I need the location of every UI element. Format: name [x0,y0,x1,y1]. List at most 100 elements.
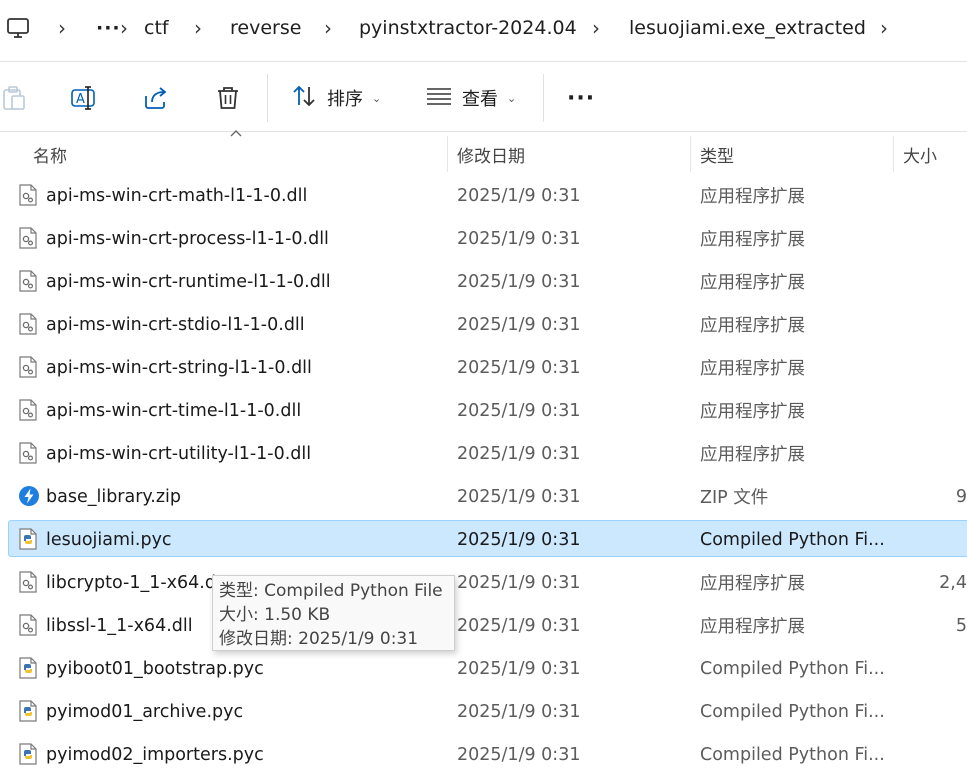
chevron-right-icon[interactable]: › [194,0,202,55]
dll-file-icon [18,270,38,292]
delete-icon[interactable] [214,84,242,112]
file-date: 2025/1/9 0:31 [457,658,581,679]
file-type: 应用程序扩展 [700,402,805,422]
column-header-date[interactable]: 修改日期 [457,132,525,176]
toolbar-divider [267,74,268,122]
file-date: 2025/1/9 0:31 [457,701,581,722]
sort-label: 排序 [327,89,363,110]
file-row[interactable]: api-ms-win-crt-utility-l1-1-0.dll 2025/1/… [0,432,967,475]
file-size [912,303,967,346]
column-divider[interactable] [690,136,691,172]
file-row[interactable]: api-ms-win-crt-process-l1-1-0.dll 2025/1/… [0,217,967,260]
file-row[interactable]: libssl-1_1-x64.dll 2025/1/9 0:31 应用程序扩展 5 [0,604,967,647]
column-header-row: 名称 修改日期 类型 大小 [0,132,967,176]
file-size: 5 [955,615,967,636]
command-bar: A 排序 ⌄ 查看 ⌄ ··· [0,62,967,132]
share-icon[interactable] [142,84,170,112]
file-info-tooltip: 类型: Compiled Python File 大小: 1.50 KB 修改日… [212,575,455,651]
file-date: 2025/1/9 0:31 [457,443,581,464]
toolbar-divider [543,74,544,122]
file-row[interactable]: pyimod01_archive.pyc 2025/1/9 0:31 Compile… [0,690,967,733]
file-row[interactable]: api-ms-win-crt-time-l1-1-0.dll 2025/1/9 0… [0,389,967,432]
file-name: pyimod01_archive.pyc [46,701,244,722]
file-size [912,432,967,475]
dll-file-icon [18,614,38,636]
file-date: 2025/1/9 0:31 [457,572,581,593]
file-name: pyimod02_importers.pyc [46,744,264,765]
file-date: 2025/1/9 0:31 [457,357,581,378]
chevron-down-icon: ⌄ [507,91,517,105]
view-label: 查看 [462,89,498,110]
more-options-button[interactable]: ··· [567,76,595,120]
file-name: api-ms-win-crt-process-l1-1-0.dll [46,228,329,249]
file-row[interactable]: api-ms-win-crt-string-l1-1-0.dll 2025/1/9… [0,346,967,389]
file-row[interactable]: libcrypto-1_1-x64.d 2025/1/9 0:31 应用程序扩展 2,… [0,561,967,604]
chevron-right-icon[interactable]: › [58,0,66,55]
breadcrumb-item-ctf[interactable]: ctf [144,0,169,55]
file-name: api-ms-win-crt-utility-l1-1-0.dll [46,443,312,464]
file-name: libssl-1_1-x64.dll [46,615,193,636]
file-date: 2025/1/9 0:31 [457,271,581,292]
file-size: 9 [955,486,967,507]
file-name: lesuojiami.pyc [46,529,172,550]
file-name: api-ms-win-crt-time-l1-1-0.dll [46,400,302,421]
column-header-name[interactable]: 名称 [33,132,67,176]
file-row[interactable]: api-ms-win-crt-runtime-l1-1-0.dll 2025/1/… [0,260,967,303]
file-size: 2,4 [939,572,967,593]
file-size [912,217,967,260]
zip-file-icon [18,485,39,507]
this-pc-icon[interactable] [6,0,30,55]
dll-file-icon [18,227,38,249]
file-type: 应用程序扩展 [700,617,805,637]
dll-file-icon [18,442,38,464]
breadcrumb-item-extracted[interactable]: lesuojiami.exe_extracted [629,0,866,55]
paste-icon[interactable] [0,84,28,112]
file-size [912,733,967,776]
file-row[interactable]: pyiboot01_bootstrap.pyc 2025/1/9 0:31 Comp… [0,647,967,690]
chevron-right-icon[interactable]: › [880,0,888,55]
column-divider[interactable] [893,136,894,172]
file-date: 2025/1/9 0:31 [457,615,581,636]
tooltip-type: 类型: Compiled Python File [219,581,443,601]
chevron-right-icon[interactable]: › [592,0,600,55]
file-name: api-ms-win-crt-runtime-l1-1-0.dll [46,271,331,292]
sort-icon [291,84,317,113]
column-header-size[interactable]: 大小 [903,132,937,176]
file-type: ZIP 文件 [700,488,769,508]
chevron-right-icon[interactable]: › [324,0,332,55]
python-file-icon [18,657,38,679]
dll-file-icon [18,184,38,206]
file-type: Compiled Python Fi... [700,744,885,765]
file-size [912,389,967,432]
file-row[interactable]: api-ms-win-crt-math-l1-1-0.dll 2025/1/9 0… [0,174,967,217]
dll-file-icon [18,313,38,335]
sort-button[interactable]: 排序 ⌄ [291,76,381,120]
view-button[interactable]: 查看 ⌄ [426,76,516,120]
file-row[interactable]: base_library.zip 2025/1/9 0:31 ZIP 文件 9 [0,475,967,518]
file-row[interactable]: lesuojiami.pyc 2025/1/9 0:31 Compiled Pyth… [0,518,967,561]
view-list-icon [426,86,452,111]
chevron-right-icon[interactable]: › [120,0,128,55]
breadcrumb-item-pyinstxtractor[interactable]: pyinstxtractor-2024.04 [359,0,577,55]
breadcrumb-item-reverse[interactable]: reverse [230,0,301,55]
file-name: base_library.zip [46,486,181,507]
file-name: pyiboot01_bootstrap.pyc [46,658,264,679]
dll-file-icon [18,399,38,421]
file-row[interactable]: pyimod02_importers.pyc 2025/1/9 0:31 Compi… [0,733,967,776]
tooltip-modified: 修改日期: 2025/1/9 0:31 [219,629,419,649]
file-date: 2025/1/9 0:31 [457,185,581,206]
breadcrumb-more[interactable]: ··· [96,0,121,55]
file-date: 2025/1/9 0:31 [457,529,581,550]
file-row[interactable]: api-ms-win-crt-stdio-l1-1-0.dll 2025/1/9 … [0,303,967,346]
dll-file-icon [18,356,38,378]
python-file-icon [18,743,38,765]
file-type: Compiled Python Fi... [700,701,885,722]
file-type: 应用程序扩展 [700,187,805,207]
file-type: 应用程序扩展 [700,230,805,250]
file-size [912,174,967,217]
file-type: 应用程序扩展 [700,359,805,379]
rename-icon[interactable]: A [70,84,98,112]
column-header-type[interactable]: 类型 [700,132,734,176]
svg-text:A: A [76,92,85,107]
column-divider[interactable] [447,136,448,172]
